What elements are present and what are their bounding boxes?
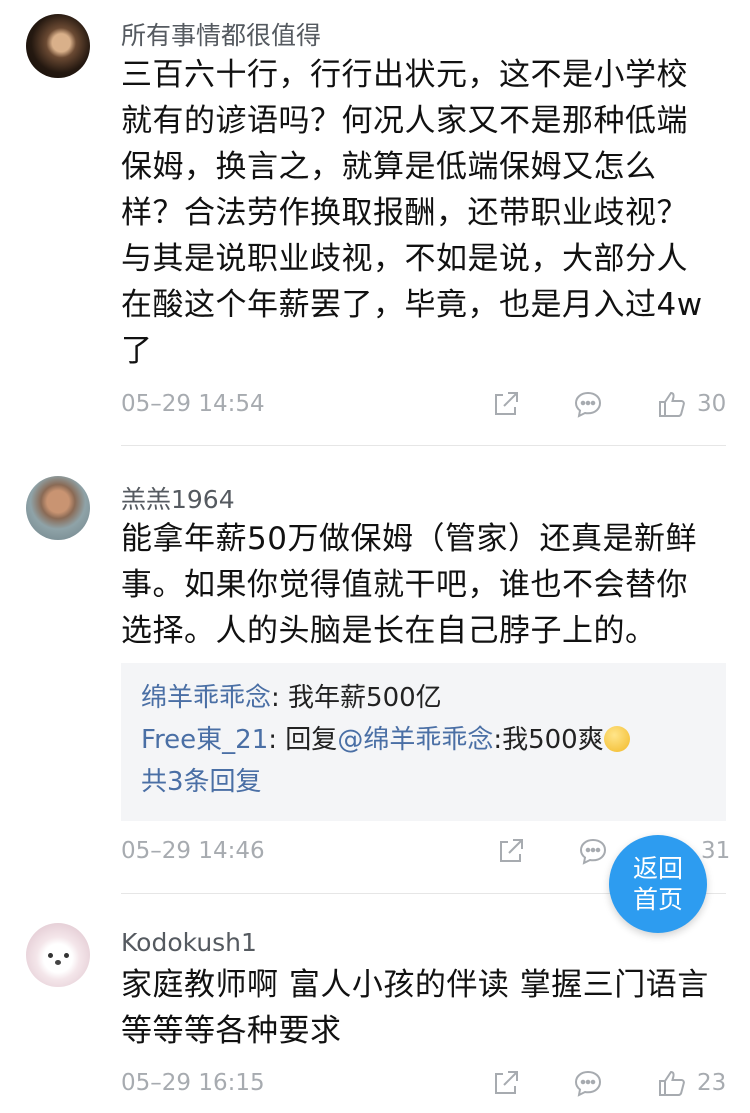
reply-author[interactable]: Free東_21 [141, 725, 268, 755]
comment-icon[interactable] [573, 389, 603, 419]
username[interactable]: 羔羔1964 [121, 480, 235, 516]
share-icon[interactable] [491, 1068, 521, 1098]
timestamp: 05–29 16:15 [121, 1070, 265, 1096]
like-count: 30 [697, 391, 727, 417]
timestamp: 05–29 14:46 [121, 838, 265, 864]
divider [121, 445, 726, 446]
comment-meta: 05–29 14:54 30 [121, 389, 726, 421]
avatar[interactable] [26, 476, 90, 540]
like-count: 23 [697, 1070, 727, 1096]
timestamp: 05–29 14:54 [121, 391, 265, 417]
reply-author[interactable]: 绵羊乖乖念 [141, 683, 271, 713]
username[interactable]: Kodokush1 [121, 928, 257, 957]
like-count: 31 [701, 838, 731, 864]
comment-icon[interactable] [578, 836, 608, 866]
comment-line: 能拿年薪50万做保姆（管家）还真是新鲜 [121, 521, 697, 557]
emoji-icon [603, 726, 630, 752]
thumbs-up-icon[interactable] [657, 389, 687, 419]
comment-meta: 05–29 16:15 23 [121, 1068, 726, 1100]
reply-item: 绵羊乖乖念: 我年薪500亿 [141, 677, 706, 719]
thumbs-up-icon[interactable] [657, 1068, 687, 1098]
comment-line: 了 [121, 333, 153, 369]
comment-line: 选择。人的头脑是长在自己脖子上的。 [121, 613, 657, 649]
comment-text: 能拿年薪50万做保姆（管家）还真是新鲜 事。如果你觉得值就干吧，谁也不会替你 选… [121, 516, 721, 654]
comment-line: 等等等各种要求 [121, 1013, 342, 1049]
mention-link[interactable]: @绵羊乖乖念 [337, 725, 493, 755]
comment-line: 家庭教师啊 富人小孩的伴读 掌握三门语言 [121, 967, 709, 1003]
username[interactable]: 所有事情都很值得 [121, 16, 321, 52]
comment-text: 家庭教师啊 富人小孩的伴读 掌握三门语言 等等等各种要求 [121, 962, 721, 1054]
reply-preview-box[interactable]: 绵羊乖乖念: 我年薪500亿 Free東_21: 回复@绵羊乖乖念:我500爽 … [121, 663, 726, 821]
comment-line: 与其是说职业歧视，不如是说，大部分人 [121, 241, 688, 277]
avatar[interactable] [26, 14, 90, 78]
back-to-home-button[interactable]: 返回 首页 [609, 835, 707, 933]
comment-line: 在酸这个年薪罢了，毕竟，也是月入过4w [121, 287, 703, 323]
view-all-replies-link[interactable]: 共3条回复 [141, 761, 706, 803]
reply-text: :我500爽 [493, 725, 604, 755]
comment-icon[interactable] [573, 1068, 603, 1098]
share-icon[interactable] [491, 389, 521, 419]
comment-line: 事。如果你觉得值就干吧，谁也不会替你 [121, 567, 688, 603]
comment-line: 样？合法劳作换取报酬，还带职业歧视？ [121, 195, 688, 231]
comment-text: 三百六十行，行行出状元，这不是小学校 就有的谚语吗？何况人家又不是那种低端 保姆… [121, 52, 721, 374]
share-icon[interactable] [496, 836, 526, 866]
reply-item: Free東_21: 回复@绵羊乖乖念:我500爽 [141, 719, 706, 761]
comment-line: 保姆，换言之，就算是低端保姆又怎么 [121, 149, 657, 185]
comment-line: 就有的谚语吗？何况人家又不是那种低端 [121, 103, 688, 139]
reply-separator: : [271, 683, 289, 713]
avatar[interactable] [26, 923, 90, 987]
reply-prefix: 回复 [285, 725, 338, 755]
back-button-line1: 返回 [632, 854, 683, 883]
comment-line: 三百六十行，行行出状元，这不是小学校 [121, 57, 688, 93]
back-button-line2: 首页 [632, 885, 683, 914]
reply-separator: : [268, 725, 286, 755]
reply-text: 我年薪500亿 [288, 683, 442, 713]
